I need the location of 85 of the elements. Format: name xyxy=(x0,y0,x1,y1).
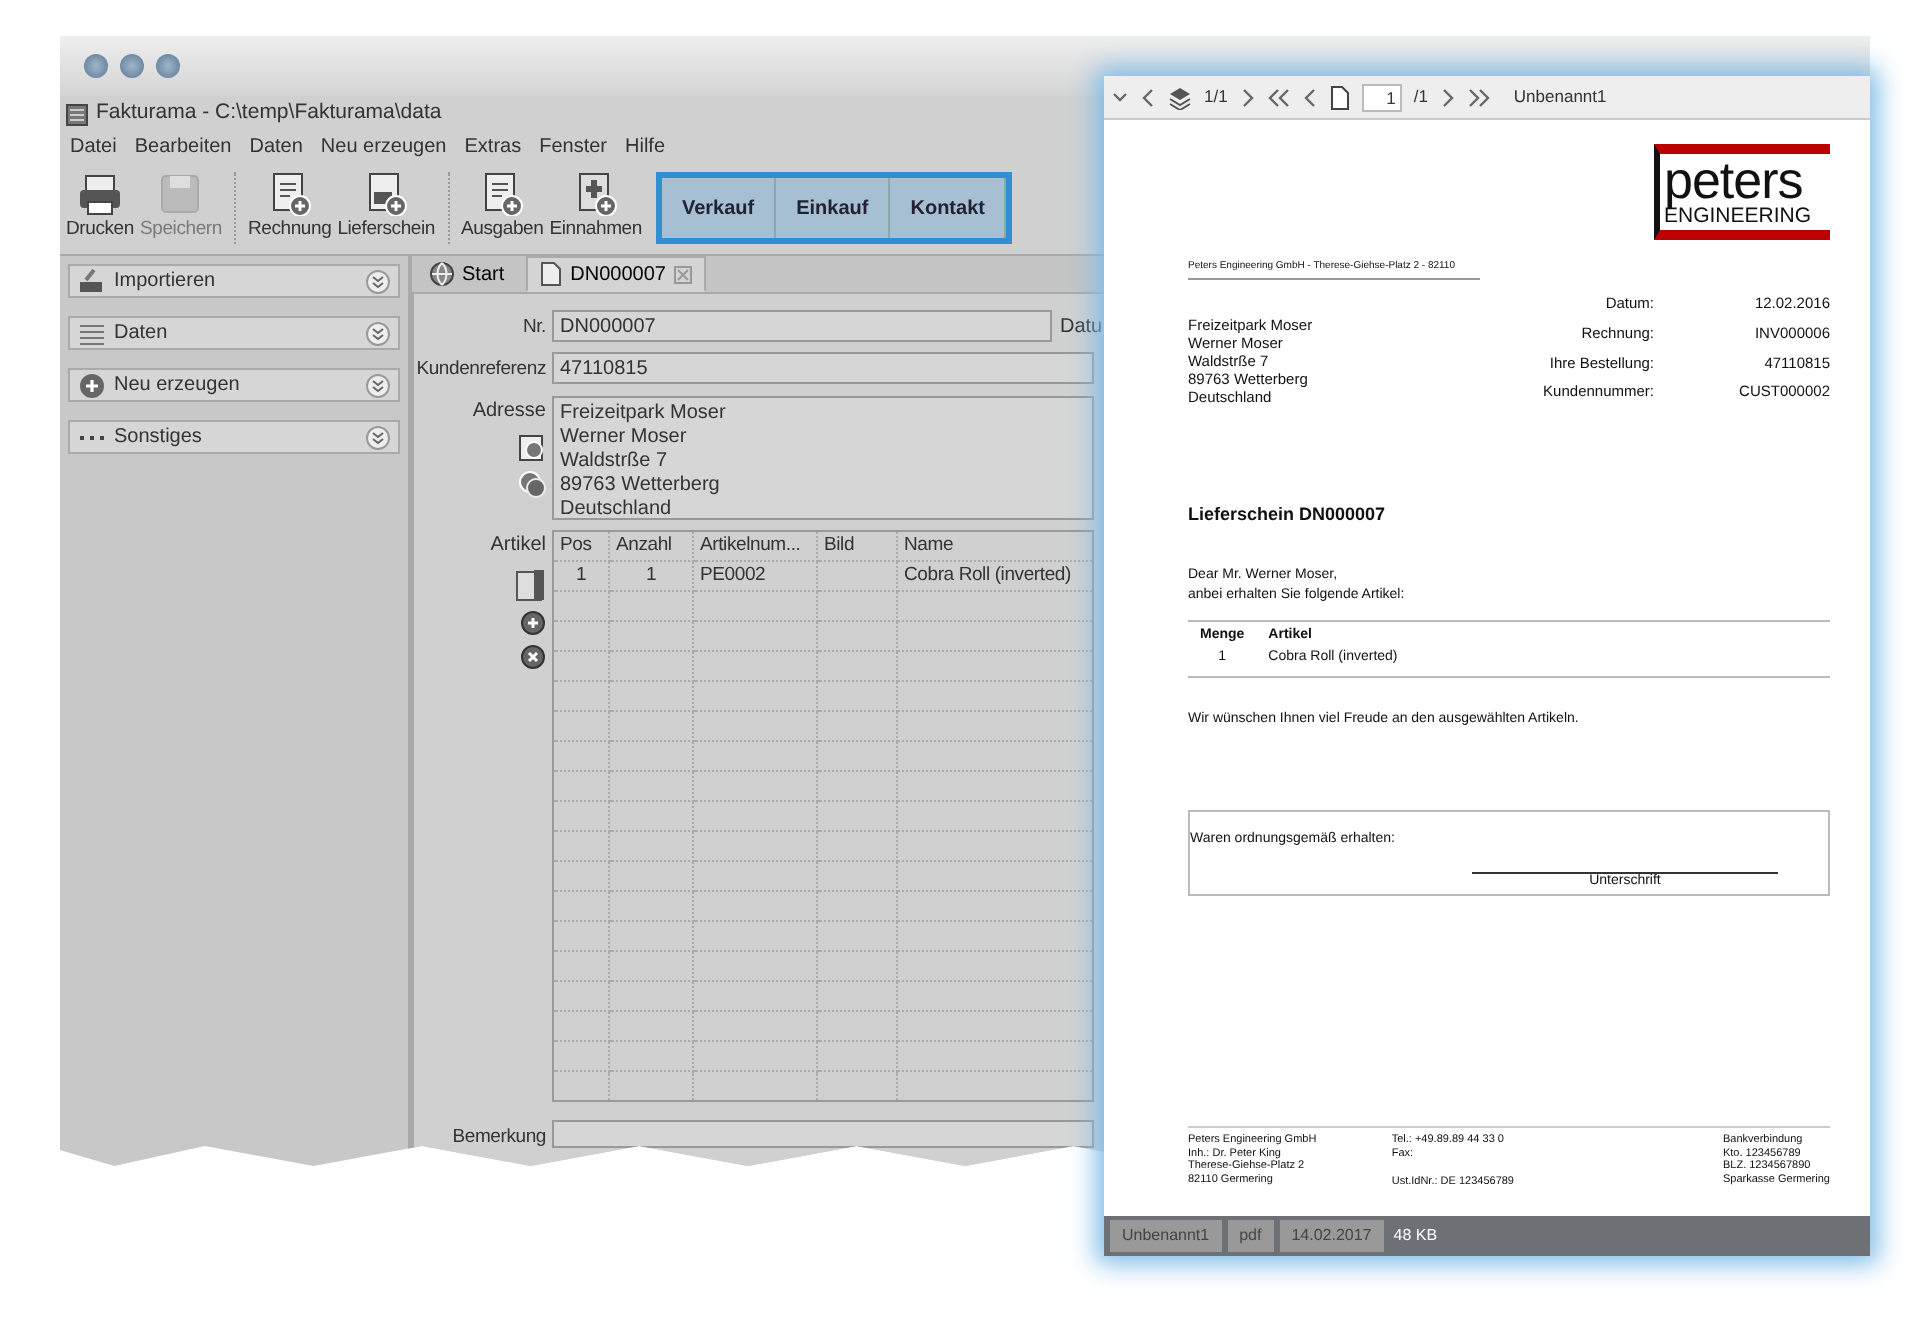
sidebar-section[interactable]: Importieren xyxy=(68,264,400,298)
field-label: Adresse xyxy=(472,397,546,425)
remove-icon[interactable] xyxy=(520,643,546,669)
toolbar-button[interactable]: Lieferschein xyxy=(337,171,436,245)
menu-item[interactable]: Datei xyxy=(70,132,117,162)
section-label: Neu erzeugen xyxy=(114,372,242,400)
field-label: Bemerkung xyxy=(450,1123,546,1151)
document-name: Unbenannt1 xyxy=(1513,84,1607,110)
document-add-icon xyxy=(573,171,618,216)
more-icon xyxy=(78,433,106,441)
menu-item[interactable]: Bearbeiten xyxy=(134,132,232,162)
list-icon xyxy=(78,319,106,347)
window-button[interactable] xyxy=(120,54,144,78)
previous-icon[interactable] xyxy=(1140,87,1156,107)
section-label: Daten xyxy=(114,320,170,348)
sidebar-section[interactable]: Neu erzeugen xyxy=(68,368,400,402)
add-icon xyxy=(78,371,106,399)
sidebar-section[interactable]: Sonstiges xyxy=(68,420,400,454)
menu-item[interactable]: Extras xyxy=(464,132,522,162)
document-icon xyxy=(540,262,563,286)
layers-icon[interactable] xyxy=(1168,85,1192,109)
toolbar-button[interactable]: Rechnung xyxy=(247,171,332,245)
column-header[interactable]: Artikelnum... xyxy=(693,530,817,561)
table-cell: 1 xyxy=(609,560,693,591)
status-field: pdf xyxy=(1227,1220,1274,1252)
reference-field[interactable]: 47110815 xyxy=(552,352,1094,385)
field-label: Datu xyxy=(1060,313,1103,342)
first-page-icon[interactable] xyxy=(1267,87,1290,107)
toolbar-button[interactable]: Einnahmen xyxy=(549,171,642,245)
window-button[interactable] xyxy=(156,54,180,78)
perspective-button[interactable]: Einkauf xyxy=(776,178,891,238)
menu-item[interactable]: Hilfe xyxy=(625,132,666,162)
next-icon[interactable] xyxy=(1439,87,1456,107)
address-field[interactable]: Freizeitpark Moser Werner Moser Waldstrße 7 89763 Wetterberg Deutschland xyxy=(552,395,1094,519)
section-label: Sonstiges xyxy=(114,424,204,452)
field-label: Nr. xyxy=(520,314,546,342)
status-field: 14.02.2017 xyxy=(1279,1220,1384,1252)
tab[interactable]: DN000007 xyxy=(526,256,706,292)
sidebar-section[interactable]: Daten xyxy=(68,316,400,350)
previous-icon[interactable] xyxy=(1301,87,1318,107)
remark-field[interactable] xyxy=(552,1119,1094,1147)
document-add-icon xyxy=(364,171,409,216)
column-header[interactable]: Bild xyxy=(817,530,897,561)
page-icon xyxy=(1329,85,1350,109)
number-field[interactable]: DN000007 xyxy=(552,310,1052,343)
last-page-icon[interactable] xyxy=(1467,87,1490,107)
perspective-button[interactable]: Kontakt xyxy=(890,178,1007,238)
field-label: Artikel xyxy=(490,531,546,559)
column-header[interactable]: Name xyxy=(897,530,1093,561)
page-input[interactable]: 1 xyxy=(1361,83,1402,111)
toolbar-button[interactable]: Ausgaben xyxy=(461,171,544,245)
status-field: Unbenannt1 xyxy=(1110,1220,1222,1252)
expand-icon[interactable] xyxy=(366,269,390,293)
column-header[interactable]: Pos xyxy=(553,530,609,561)
expand-icon[interactable] xyxy=(366,321,390,345)
perspective-button[interactable]: Verkauf xyxy=(661,178,777,238)
import-icon xyxy=(78,267,106,295)
menu-item[interactable]: Daten xyxy=(249,132,303,162)
tab[interactable]: Start xyxy=(416,256,519,292)
table-cell: Cobra Roll (inverted) xyxy=(897,560,1093,591)
section-label: Importieren xyxy=(114,268,218,296)
document-add-icon xyxy=(480,171,525,216)
printer-icon xyxy=(77,171,122,216)
document-add-icon xyxy=(267,171,312,216)
page-count: 1/1 xyxy=(1204,84,1228,110)
table-cell: 1 xyxy=(553,560,609,591)
column-header[interactable]: Anzahl xyxy=(609,530,693,561)
logo: peters ENGINEERING xyxy=(1654,144,1830,239)
file-size: 48 KB xyxy=(1393,1224,1438,1248)
expand-icon[interactable] xyxy=(366,373,390,397)
app-icon xyxy=(66,103,88,125)
window-title: Fakturama - C:\temp\Fakturama\data xyxy=(96,98,442,129)
menu-item[interactable]: Fenster xyxy=(539,132,607,162)
window-button[interactable] xyxy=(84,54,108,78)
expand-icon[interactable] xyxy=(366,425,390,449)
add-icon[interactable] xyxy=(520,609,546,635)
globe-icon xyxy=(430,262,454,286)
page-total: /1 xyxy=(1413,84,1428,110)
toolbar-button[interactable]: Drucken xyxy=(66,171,134,245)
dropdown-icon[interactable] xyxy=(1112,87,1128,107)
document-title: Lieferschein DN000007 xyxy=(1188,502,1388,528)
menu-item[interactable]: Neu erzeugen xyxy=(320,132,447,162)
field-label: Kundenreferenz xyxy=(414,356,546,385)
next-icon[interactable] xyxy=(1239,87,1256,107)
table-cell: PE0002 xyxy=(693,560,817,591)
